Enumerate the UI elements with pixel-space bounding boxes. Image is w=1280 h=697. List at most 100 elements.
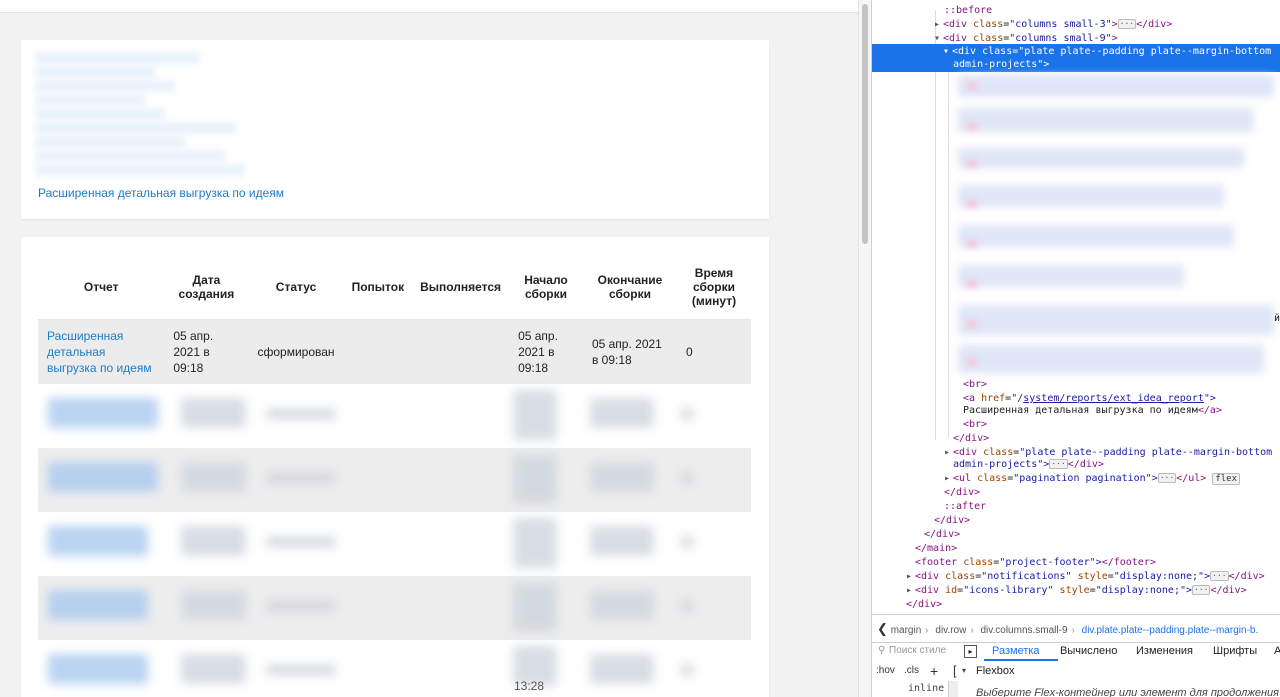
collapse-triangle-icon[interactable]: ▾ (943, 45, 952, 59)
dom-node-main-close[interactable]: </main> (915, 542, 957, 556)
blurred-tree-content (958, 345, 1264, 373)
blurred-cell (181, 398, 246, 428)
attr-value: "columns small-3" (1009, 19, 1112, 30)
blurred-cell (181, 526, 246, 556)
add-rule-icon[interactable]: + (930, 661, 938, 681)
blurred-link[interactable] (35, 94, 145, 106)
blurred-link[interactable] (35, 52, 200, 64)
ellipsis-icon[interactable]: ··· (1157, 473, 1177, 483)
devtools-panel: ::before ▸ <div class="columns small-3"> ·… (871, 0, 1280, 697)
styles-filter-input[interactable]: Поиск стиле (889, 642, 951, 660)
blurred-report-link[interactable] (48, 398, 158, 428)
hov-toggle[interactable]: :hov (876, 661, 895, 681)
col-header-created-text: Дата создания (178, 273, 235, 301)
breadcrumb-item[interactable]: margin (891, 625, 922, 636)
tag-close: </ul> (1176, 473, 1207, 484)
toggle-panel-icon[interactable]: ▸ (964, 645, 977, 658)
cell-report: Расширенная детальная выгрузка по идеям (38, 319, 165, 384)
blurred-cell (590, 398, 654, 428)
blurred-report-link[interactable] (48, 654, 148, 684)
expand-triangle-icon[interactable]: ▸ (906, 570, 915, 584)
blurred-link[interactable] (35, 164, 245, 176)
blurred-link[interactable] (35, 150, 225, 162)
blurred-cell (590, 462, 654, 492)
blurred-report-link[interactable] (48, 590, 148, 620)
dom-node-div-close[interactable]: </div> (906, 598, 942, 612)
expand-triangle-icon[interactable]: ▸ (944, 472, 953, 486)
tag-open: <div (943, 33, 968, 44)
expand-triangle-icon[interactable]: ▸ (934, 18, 943, 32)
dom-node-columns-small-3[interactable]: ▸ <div class="columns small-3"> ··· </div> (934, 18, 1172, 32)
ellipsis-icon[interactable]: ··· (1117, 19, 1137, 29)
tab-computed[interactable]: Вычислено (1060, 642, 1117, 660)
blurred-report-link[interactable] (48, 526, 148, 556)
blurred-cell (680, 472, 694, 484)
ext-idea-report-link[interactable]: Расширенная детальная выгрузка по идеям (38, 186, 284, 200)
blurred-link[interactable] (35, 136, 185, 148)
styles-toolbar: :hov .cls + [ ▾ Flexbox (872, 661, 1280, 681)
breadcrumb-item-active[interactable]: div.plate.plate--padding.plate--margin-b… (1082, 625, 1259, 636)
tag-open: <div (915, 585, 940, 596)
dom-node-icons-library[interactable]: ▸ <div id="icons-library" style="display:… (906, 584, 1247, 598)
blurred-link[interactable] (35, 108, 165, 120)
ellipsis-icon[interactable]: ··· (1049, 459, 1068, 469)
blurred-link[interactable] (35, 80, 175, 92)
breadcrumb-back-icon[interactable]: ❮ (877, 621, 888, 636)
dom-node-br[interactable]: <br> (963, 378, 987, 392)
bracket-icon[interactable]: [ (953, 661, 957, 681)
cell-attempts (343, 319, 413, 384)
flexbox-hint: Выберите Flex-контейнер или элемент для … (976, 687, 1280, 697)
tab-fonts[interactable]: Шрифты (1213, 642, 1257, 660)
blurred-tree-content (958, 75, 1274, 97)
attr-value: "pagination pagination"> (1013, 473, 1158, 484)
blurred-tree-content (958, 108, 1254, 132)
page-scrollbar-thumb[interactable] (862, 4, 868, 244)
dom-node-pagination[interactable]: ▸ <ul class="pagination pagination"> ··· </… (944, 472, 1241, 486)
dom-node-footer[interactable]: <footer class="project-footer"></footer> (915, 556, 1156, 570)
blurred-mark (967, 160, 977, 168)
dom-node-div-close[interactable]: </div> (924, 528, 960, 542)
expand-triangle-icon[interactable]: ▸ (906, 584, 915, 598)
tab-more[interactable]: А (1274, 642, 1280, 660)
attr-name: style (1059, 585, 1090, 596)
table-header-row: Отчет Дата создания Статус Попыток Выпол… (38, 255, 751, 320)
dom-node-plate2-cont[interactable]: admin-projects"> ··· </div> (953, 458, 1104, 472)
breadcrumb-item[interactable]: div.columns.small-9 (980, 625, 1067, 636)
ellipsis-icon[interactable]: ··· (1210, 571, 1229, 581)
blurred-report-link[interactable] (48, 462, 158, 492)
dom-node-notifications[interactable]: ▸ <div class="notifications" style="displ… (906, 570, 1265, 584)
href-link[interactable]: system/reports/ext_idea_report (1023, 393, 1204, 404)
attr-name: id (945, 585, 958, 596)
col-header-created: Дата создания (164, 255, 249, 320)
dom-node-br[interactable]: <br> (963, 418, 987, 432)
dom-node-div-close[interactable]: </div> (944, 486, 980, 500)
page-scrollbar[interactable] (858, 0, 872, 697)
blurred-link[interactable] (35, 66, 155, 78)
expand-triangle-icon[interactable]: ▸ (944, 446, 953, 460)
collapse-triangle-icon[interactable]: ▾ (962, 661, 966, 681)
dom-node-a-text[interactable]: Расширенная детальная выгрузка по идеям<… (963, 404, 1222, 418)
pseudo-before: ::before (944, 5, 993, 16)
cls-toggle[interactable]: .cls (904, 661, 919, 681)
flex-badge[interactable]: flex (1212, 473, 1241, 485)
flexbox-section-title[interactable]: Flexbox (976, 661, 1015, 681)
blurred-tree-content (958, 305, 1274, 335)
breadcrumb-separator-icon: › (1071, 625, 1075, 636)
tab-layout[interactable]: Разметка (992, 642, 1040, 660)
reports-table: Отчет Дата создания Статус Попыток Выпол… (38, 255, 751, 384)
blurred-cell (266, 600, 336, 612)
blurred-link[interactable] (35, 122, 235, 134)
report-link[interactable]: Расширенная детальная выгрузка по идеям (47, 329, 152, 375)
breadcrumb-item[interactable]: div.row (935, 625, 966, 636)
dom-node-before[interactable]: ::before (944, 4, 992, 18)
tag-close: </footer> (1101, 557, 1156, 568)
tab-changes[interactable]: Изменения (1136, 642, 1193, 660)
dom-node-div-close[interactable]: </div> (934, 514, 970, 528)
attr-value: "project-footer"> (999, 557, 1102, 568)
selected-dom-node[interactable]: ▾ <div class="plate plate--padding plate-… (872, 44, 1280, 72)
dom-node-div-close[interactable]: </div> (953, 432, 989, 446)
cell-start: 05 апр. 2021 в 09:18 (509, 319, 583, 384)
dom-node-after[interactable]: ::after (944, 500, 986, 514)
attr-value: "icons-library" (963, 585, 1054, 596)
ellipsis-icon[interactable]: ··· (1192, 585, 1211, 595)
